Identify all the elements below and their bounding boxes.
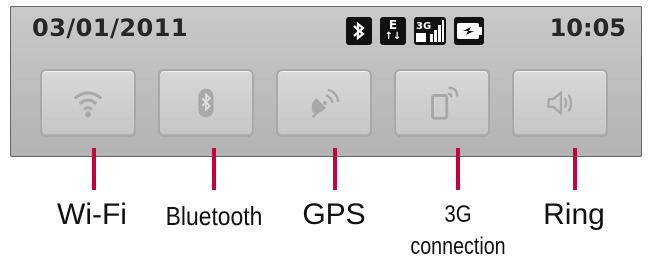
3g-connection-toggle-button[interactable] <box>394 69 490 137</box>
status-icons: E ↑↓ 3G <box>346 17 492 45</box>
ring-callout-label: Ring <box>543 198 605 231</box>
3g-connection-icon <box>431 86 459 120</box>
notification-panel: 03/01/2011 E ↑↓ 3G 10:05 <box>10 6 642 157</box>
ring-pointer-line <box>573 148 577 190</box>
data-arrows-icon: ↑↓ <box>384 31 402 42</box>
quick-toggles <box>40 69 620 139</box>
gps-icon <box>311 88 340 119</box>
bluetooth-pointer-line <box>212 148 216 190</box>
status-bar: 03/01/2011 E ↑↓ 3G 10:05 <box>12 8 640 60</box>
status-time: 10:05 <box>549 14 626 42</box>
wifi-toggle-button[interactable] <box>40 69 136 137</box>
bluetooth-callout-label: Bluetooth <box>165 201 263 231</box>
bluetooth-icon <box>346 17 372 45</box>
wifi-pointer-line <box>92 148 96 190</box>
3g-callout-label-line2: connection <box>410 233 506 260</box>
3g-signal-icon: 3G <box>414 17 446 45</box>
speaker-icon <box>547 91 573 115</box>
gps-callout-label: GPS <box>302 198 366 231</box>
wifi-callout-label: Wi-Fi <box>57 198 127 231</box>
gps-toggle-button[interactable] <box>276 69 372 137</box>
gps-pointer-line <box>333 148 337 190</box>
status-date: 03/01/2011 <box>32 14 189 42</box>
battery-icon <box>454 17 484 45</box>
bluetooth-toggle-button[interactable] <box>158 69 254 137</box>
3g-callout-label-line1: 3G <box>444 201 472 228</box>
edge-network-icon: E ↑↓ <box>380 17 406 45</box>
ring-toggle-button[interactable] <box>512 69 608 137</box>
svg-text:3G: 3G <box>416 21 431 32</box>
edge-label: E <box>388 18 398 32</box>
3g-pointer-line <box>456 148 460 190</box>
wifi-icon <box>73 91 103 118</box>
bluetooth-icon <box>198 88 214 118</box>
